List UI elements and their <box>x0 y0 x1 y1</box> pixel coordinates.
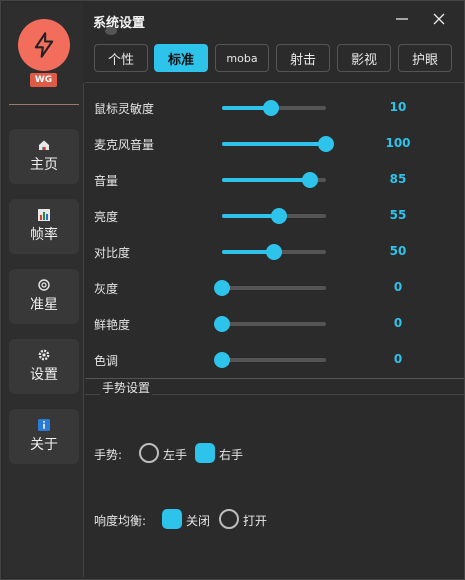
tab-shooting[interactable]: 射击 <box>276 44 330 72</box>
slider-value: 0 <box>393 352 403 366</box>
radio-left-hand[interactable] <box>139 443 159 463</box>
sidebar-item-label: 主页 <box>30 157 58 173</box>
slider-track[interactable] <box>214 316 326 332</box>
radio-off-label: 关闭 <box>186 514 211 528</box>
tab-moba[interactable]: moba <box>215 44 269 72</box>
slider-knob[interactable] <box>271 208 288 224</box>
slider-knob[interactable] <box>214 316 230 332</box>
slider-label: 色调 <box>94 354 119 368</box>
slider-track[interactable] <box>222 244 326 260</box>
radio-left-hand-label: 左手 <box>163 448 188 462</box>
slider-knob[interactable] <box>262 100 279 116</box>
minimize-icon <box>396 18 408 20</box>
tab-eye-care[interactable]: 护眼 <box>398 44 452 72</box>
radio-off[interactable] <box>162 509 182 529</box>
slider-knob[interactable] <box>302 172 319 188</box>
slider-track[interactable] <box>214 280 326 296</box>
sidebar-item-settings[interactable]: 设置 <box>9 339 79 394</box>
slider-knob[interactable] <box>214 352 230 368</box>
slider-value: 100 <box>385 136 411 150</box>
title-decoration-icon <box>105 27 117 35</box>
gesture-group-title: 手势设置 <box>100 379 153 396</box>
slider-value: 0 <box>393 280 403 294</box>
tab-movie[interactable]: 影视 <box>337 44 391 72</box>
slider-value: 0 <box>393 316 403 330</box>
slider-value: 10 <box>389 100 407 114</box>
crosshair-icon <box>38 279 50 291</box>
sidebar-item-home[interactable]: 主页 <box>9 129 79 184</box>
slider-fill <box>222 178 311 182</box>
slider-label: 音量 <box>94 174 119 188</box>
sidebar-item-label: 关于 <box>30 437 58 453</box>
slider-knob[interactable] <box>214 280 230 296</box>
window-title: 系统设置 <box>93 16 146 31</box>
loudness-eq-label: 响度均衡: <box>94 514 147 528</box>
radio-right-hand-label: 右手 <box>219 448 244 462</box>
slider-track[interactable] <box>222 100 326 116</box>
tabs-divider <box>85 82 464 83</box>
sidebar-divider <box>9 104 79 105</box>
logo-badge: WG <box>30 73 57 87</box>
close-icon <box>433 13 445 25</box>
slider-label: 对比度 <box>94 246 131 260</box>
slider-label: 灰度 <box>94 282 119 296</box>
info-icon <box>38 419 50 431</box>
lightning-icon <box>34 32 54 58</box>
tab-standard[interactable]: 标准 <box>154 44 208 72</box>
slider-label: 亮度 <box>94 210 119 224</box>
sidebar-item-label: 帧率 <box>30 227 58 243</box>
slider-label: 鲜艳度 <box>94 318 131 332</box>
minimize-button[interactable] <box>390 8 414 30</box>
slider-fill <box>222 142 326 146</box>
slider-label: 鼠标灵敏度 <box>94 102 155 116</box>
slider-track[interactable] <box>214 352 326 368</box>
sidebar-item-fps[interactable]: 帧率 <box>9 199 79 254</box>
sidebar-item-about[interactable]: 关于 <box>9 409 79 464</box>
radio-right-hand[interactable] <box>195 443 215 463</box>
slider-track[interactable] <box>222 208 326 224</box>
sidebar-item-label: 准星 <box>30 297 58 313</box>
slider-track[interactable] <box>222 136 334 152</box>
content-border <box>83 83 84 577</box>
tab-personal[interactable]: 个性 <box>94 44 148 72</box>
app-logo <box>18 19 70 71</box>
slider-value: 50 <box>389 244 407 258</box>
gesture-label: 手势: <box>94 448 123 462</box>
sidebar-item-label: 设置 <box>30 367 58 383</box>
chart-icon <box>38 209 50 221</box>
radio-on-label: 打开 <box>243 514 268 528</box>
slider-label: 麦克风音量 <box>94 138 155 152</box>
sidebar: WG 主页 帧率 准星 设置 关于 <box>3 3 83 577</box>
settings-window: WG 主页 帧率 准星 设置 关于 系统设置 个性 标准 moba 射击 影视 … <box>0 0 465 580</box>
slider-value: 55 <box>389 208 407 222</box>
slider-knob[interactable] <box>318 136 334 152</box>
slider-track[interactable] <box>222 172 326 188</box>
gear-icon <box>38 349 50 361</box>
home-icon <box>38 139 50 151</box>
close-button[interactable] <box>427 8 451 30</box>
slider-value: 85 <box>389 172 407 186</box>
slider-knob[interactable] <box>266 244 282 260</box>
sidebar-item-crosshair[interactable]: 准星 <box>9 269 79 324</box>
radio-on[interactable] <box>219 509 239 529</box>
gesture-settings-group <box>85 394 464 577</box>
